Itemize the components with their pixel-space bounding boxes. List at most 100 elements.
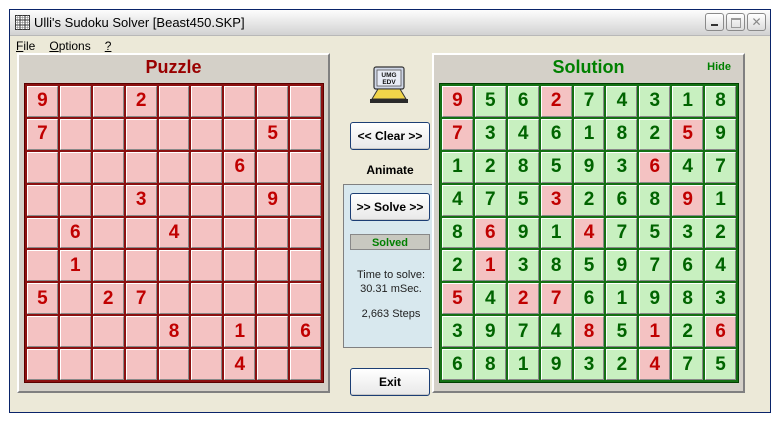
- puzzle-cell[interactable]: [257, 250, 289, 282]
- puzzle-cell[interactable]: 4: [158, 217, 190, 249]
- puzzle-cell[interactable]: 8: [158, 316, 190, 348]
- puzzle-cell[interactable]: 6: [290, 316, 321, 348]
- puzzle-cell[interactable]: 6: [224, 151, 256, 183]
- puzzle-cell[interactable]: [59, 118, 91, 150]
- puzzle-cell[interactable]: [92, 151, 124, 183]
- puzzle-cell[interactable]: [290, 151, 321, 183]
- puzzle-cell[interactable]: [92, 316, 124, 348]
- puzzle-cell[interactable]: [27, 151, 58, 183]
- menu-help[interactable]: ?: [105, 39, 112, 53]
- puzzle-cell[interactable]: 2: [125, 86, 157, 117]
- puzzle-cell[interactable]: [92, 118, 124, 150]
- puzzle-cell[interactable]: [125, 250, 157, 282]
- puzzle-cell[interactable]: [224, 283, 256, 315]
- puzzle-cell[interactable]: 6: [59, 217, 91, 249]
- puzzle-cell[interactable]: [59, 86, 91, 117]
- window-title: Ulli's Sudoku Solver [Beast450.SKP]: [34, 15, 245, 30]
- puzzle-cell[interactable]: [257, 151, 289, 183]
- hide-solution-link[interactable]: Hide: [707, 61, 731, 73]
- puzzle-cell[interactable]: [191, 250, 223, 282]
- exit-button[interactable]: Exit: [350, 368, 430, 396]
- puzzle-cell[interactable]: [191, 86, 223, 117]
- puzzle-cell[interactable]: [59, 151, 91, 183]
- puzzle-cell[interactable]: [125, 118, 157, 150]
- puzzle-cell[interactable]: [191, 184, 223, 216]
- puzzle-cell[interactable]: 7: [125, 283, 157, 315]
- puzzle-cell[interactable]: [257, 86, 289, 117]
- animate-label[interactable]: Animate: [350, 163, 430, 177]
- puzzle-cell[interactable]: [290, 250, 321, 282]
- puzzle-cell[interactable]: [59, 283, 91, 315]
- puzzle-cell[interactable]: 1: [59, 250, 91, 282]
- puzzle-cell[interactable]: [224, 86, 256, 117]
- puzzle-cell[interactable]: [158, 250, 190, 282]
- minimize-button[interactable]: [705, 13, 724, 31]
- puzzle-cell[interactable]: [158, 118, 190, 150]
- puzzle-cell[interactable]: [125, 349, 157, 380]
- title-bar[interactable]: Ulli's Sudoku Solver [Beast450.SKP] ✕: [10, 10, 770, 36]
- close-button[interactable]: ✕: [747, 13, 766, 31]
- puzzle-cell[interactable]: [191, 151, 223, 183]
- sudoku-grid-icon: [15, 15, 30, 30]
- puzzle-cell[interactable]: [191, 316, 223, 348]
- puzzle-cell[interactable]: [290, 283, 321, 315]
- solution-cell: 1: [606, 283, 638, 315]
- maximize-button[interactable]: [726, 13, 745, 31]
- puzzle-cell[interactable]: [290, 184, 321, 216]
- puzzle-cell[interactable]: [191, 283, 223, 315]
- puzzle-cell[interactable]: [92, 86, 124, 117]
- puzzle-cell[interactable]: [158, 184, 190, 216]
- puzzle-cell[interactable]: [27, 217, 58, 249]
- puzzle-cell[interactable]: 7: [27, 118, 58, 150]
- puzzle-cell[interactable]: 4: [224, 349, 256, 380]
- puzzle-cell[interactable]: 9: [257, 184, 289, 216]
- puzzle-cell[interactable]: 2: [92, 283, 124, 315]
- puzzle-cell[interactable]: [290, 86, 321, 117]
- solution-cell: 6: [672, 250, 704, 282]
- clear-button[interactable]: << Clear >>: [350, 122, 430, 150]
- menu-options[interactable]: Options: [49, 39, 90, 53]
- puzzle-cell[interactable]: 3: [125, 184, 157, 216]
- puzzle-cell[interactable]: [224, 217, 256, 249]
- puzzle-cell[interactable]: [224, 118, 256, 150]
- puzzle-cell[interactable]: 1: [224, 316, 256, 348]
- puzzle-cell[interactable]: [92, 250, 124, 282]
- puzzle-cell[interactable]: [257, 283, 289, 315]
- puzzle-cell[interactable]: [290, 118, 321, 150]
- puzzle-cell[interactable]: [257, 316, 289, 348]
- puzzle-cell[interactable]: [125, 217, 157, 249]
- puzzle-cell[interactable]: [191, 349, 223, 380]
- menu-file[interactable]: File: [16, 39, 35, 53]
- puzzle-cell[interactable]: [290, 217, 321, 249]
- puzzle-cell[interactable]: [125, 151, 157, 183]
- puzzle-cell[interactable]: [257, 217, 289, 249]
- puzzle-cell[interactable]: [191, 217, 223, 249]
- puzzle-cell[interactable]: [224, 184, 256, 216]
- puzzle-cell[interactable]: 9: [27, 86, 58, 117]
- puzzle-cell[interactable]: [290, 349, 321, 380]
- solve-button[interactable]: >> Solve >>: [350, 193, 430, 221]
- puzzle-cell[interactable]: [257, 349, 289, 380]
- puzzle-cell[interactable]: [92, 217, 124, 249]
- solution-cell-given: 6: [705, 316, 736, 348]
- puzzle-cell[interactable]: [158, 283, 190, 315]
- puzzle-cell[interactable]: [27, 250, 58, 282]
- puzzle-cell[interactable]: [59, 316, 91, 348]
- puzzle-cell[interactable]: 5: [257, 118, 289, 150]
- puzzle-cell[interactable]: [158, 349, 190, 380]
- solution-cell: 1: [540, 217, 572, 249]
- puzzle-cell[interactable]: [92, 184, 124, 216]
- puzzle-cell[interactable]: 5: [27, 283, 58, 315]
- puzzle-cell[interactable]: [92, 349, 124, 380]
- puzzle-cell[interactable]: [191, 118, 223, 150]
- solution-cell-given: 6: [474, 217, 506, 249]
- puzzle-cell[interactable]: [27, 349, 58, 380]
- puzzle-cell[interactable]: [59, 349, 91, 380]
- puzzle-cell[interactable]: [125, 316, 157, 348]
- puzzle-cell[interactable]: [27, 184, 58, 216]
- puzzle-cell[interactable]: [59, 184, 91, 216]
- puzzle-cell[interactable]: [158, 86, 190, 117]
- puzzle-cell[interactable]: [158, 151, 190, 183]
- puzzle-cell[interactable]: [27, 316, 58, 348]
- puzzle-cell[interactable]: [224, 250, 256, 282]
